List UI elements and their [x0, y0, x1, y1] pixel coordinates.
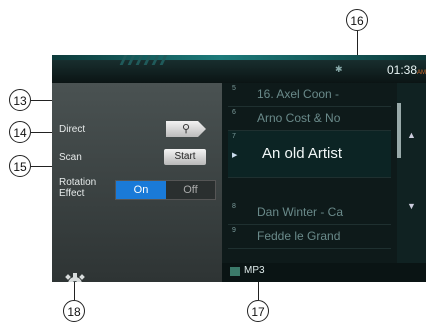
rotation-effect-label-line1: Rotation [59, 177, 97, 188]
track-number: 6 [232, 109, 236, 116]
track-row-current[interactable]: 7 ▶ An old Artist [228, 131, 391, 178]
source-label: MP3 [244, 265, 265, 276]
track-title: Arno Cost & No [257, 111, 341, 125]
clock-time: 01:38 [386, 63, 417, 77]
track-title: 16. Axel Coon - [257, 87, 340, 101]
search-icon: ⚲ [181, 123, 191, 135]
callout-18: 18 [63, 300, 85, 322]
track-title: Dan Winter - Ca [257, 205, 344, 219]
status-bar-glow [52, 55, 426, 60]
track-row[interactable]: 8 Dan Winter - Ca [228, 201, 391, 225]
track-title: Fedde le Grand [257, 229, 341, 243]
scrollbar[interactable]: ▲ ▼ [397, 83, 426, 263]
folder-icon [230, 267, 240, 276]
callout-14: 14 [9, 121, 31, 143]
clock-ampm: AM [417, 70, 426, 76]
play-indicator-icon: ▶ [232, 152, 238, 159]
track-number: 8 [232, 203, 236, 210]
bluetooth-icon: ✱ [335, 64, 343, 74]
callout-17: 17 [247, 300, 269, 322]
callout-16: 16 [346, 9, 368, 31]
track-list: 5 16. Axel Coon - 6 Arno Cost & No 7 ▶ A… [228, 83, 391, 263]
rotation-on-button[interactable]: On [116, 181, 166, 199]
rotation-effect-toggle: On Off [115, 180, 216, 200]
track-row[interactable]: 9 Fedde le Grand [228, 225, 391, 249]
clock: 01:38AM [387, 63, 426, 77]
scan-label: Scan [59, 152, 82, 163]
rotation-effect-label-line2: Effect [59, 188, 85, 199]
status-bar: ✱ 01:38AM [52, 55, 426, 83]
scan-start-button[interactable]: Start [164, 149, 206, 165]
scroll-up-icon[interactable]: ▲ [397, 130, 426, 140]
direct-label: Direct [59, 124, 86, 135]
track-number: 9 [232, 227, 236, 234]
scroll-down-icon[interactable]: ▼ [397, 201, 426, 211]
direct-search-button[interactable]: ⚲ [166, 121, 206, 137]
rotation-off-button[interactable]: Off [166, 181, 215, 199]
track-title-current: An old Artist [262, 145, 343, 162]
track-number: 7 [232, 133, 236, 140]
track-row[interactable]: 6 Arno Cost & No [228, 107, 391, 131]
head-unit-screen: ✱ 01:38AM Direct ⚲ Scan Start Rotation E… [52, 55, 426, 282]
track-row[interactable]: 5 16. Axel Coon - [228, 83, 391, 107]
track-number: 5 [232, 85, 236, 92]
settings-panel: Direct ⚲ Scan Start Rotation Effect On O… [52, 83, 222, 282]
source-footer: MP3 [222, 263, 426, 282]
gear-icon[interactable] [62, 271, 88, 282]
callout-15: 15 [9, 155, 31, 177]
callout-13: 13 [9, 89, 31, 111]
